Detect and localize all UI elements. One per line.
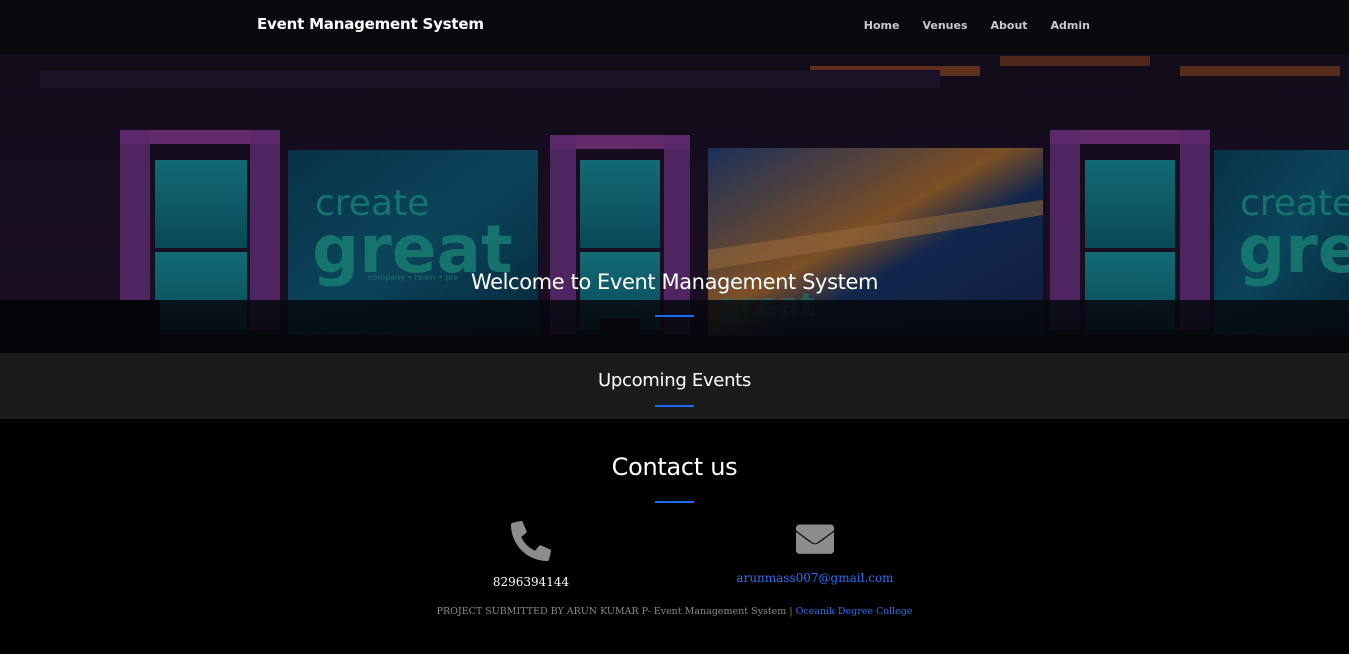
college-link[interactable]: Oceanik Degree College (796, 606, 913, 617)
brand-logo[interactable]: Event Management System (257, 15, 484, 33)
phone-icon (511, 521, 551, 561)
nav-link-admin[interactable]: Admin (1051, 19, 1090, 32)
email-link[interactable]: arunmass007@gmail.com (705, 571, 925, 585)
nav-links: Home Venues About Admin (841, 19, 1090, 32)
top-navbar: Event Management System Home Venues Abou… (0, 0, 1349, 54)
footer-text: PROJECT SUBMITTED BY ARUN KUMAR P- Event… (436, 606, 793, 617)
upcoming-events-divider (655, 405, 694, 407)
nav-link-venues[interactable]: Venues (922, 19, 967, 32)
envelope-icon (796, 524, 834, 554)
upcoming-events-title: Upcoming Events (597, 370, 752, 391)
contact-title: Contact us (611, 453, 738, 481)
nav-link-about[interactable]: About (991, 19, 1028, 32)
footer-note: PROJECT SUBMITTED BY ARUN KUMAR P- Event… (0, 606, 1349, 617)
contact-phone: 8296394144 (421, 521, 641, 589)
contact-section: Contact us 8296394144 arunmass007@gmail.… (0, 419, 1349, 654)
contact-email: arunmass007@gmail.com (705, 523, 925, 585)
hero-title-divider (655, 315, 694, 317)
hero-title: Welcome to Event Management System (470, 270, 879, 294)
nav-link-home[interactable]: Home (864, 19, 900, 32)
upcoming-events-section: Upcoming Events (0, 353, 1349, 419)
phone-number: 8296394144 (492, 575, 570, 589)
contact-title-divider (655, 501, 694, 503)
